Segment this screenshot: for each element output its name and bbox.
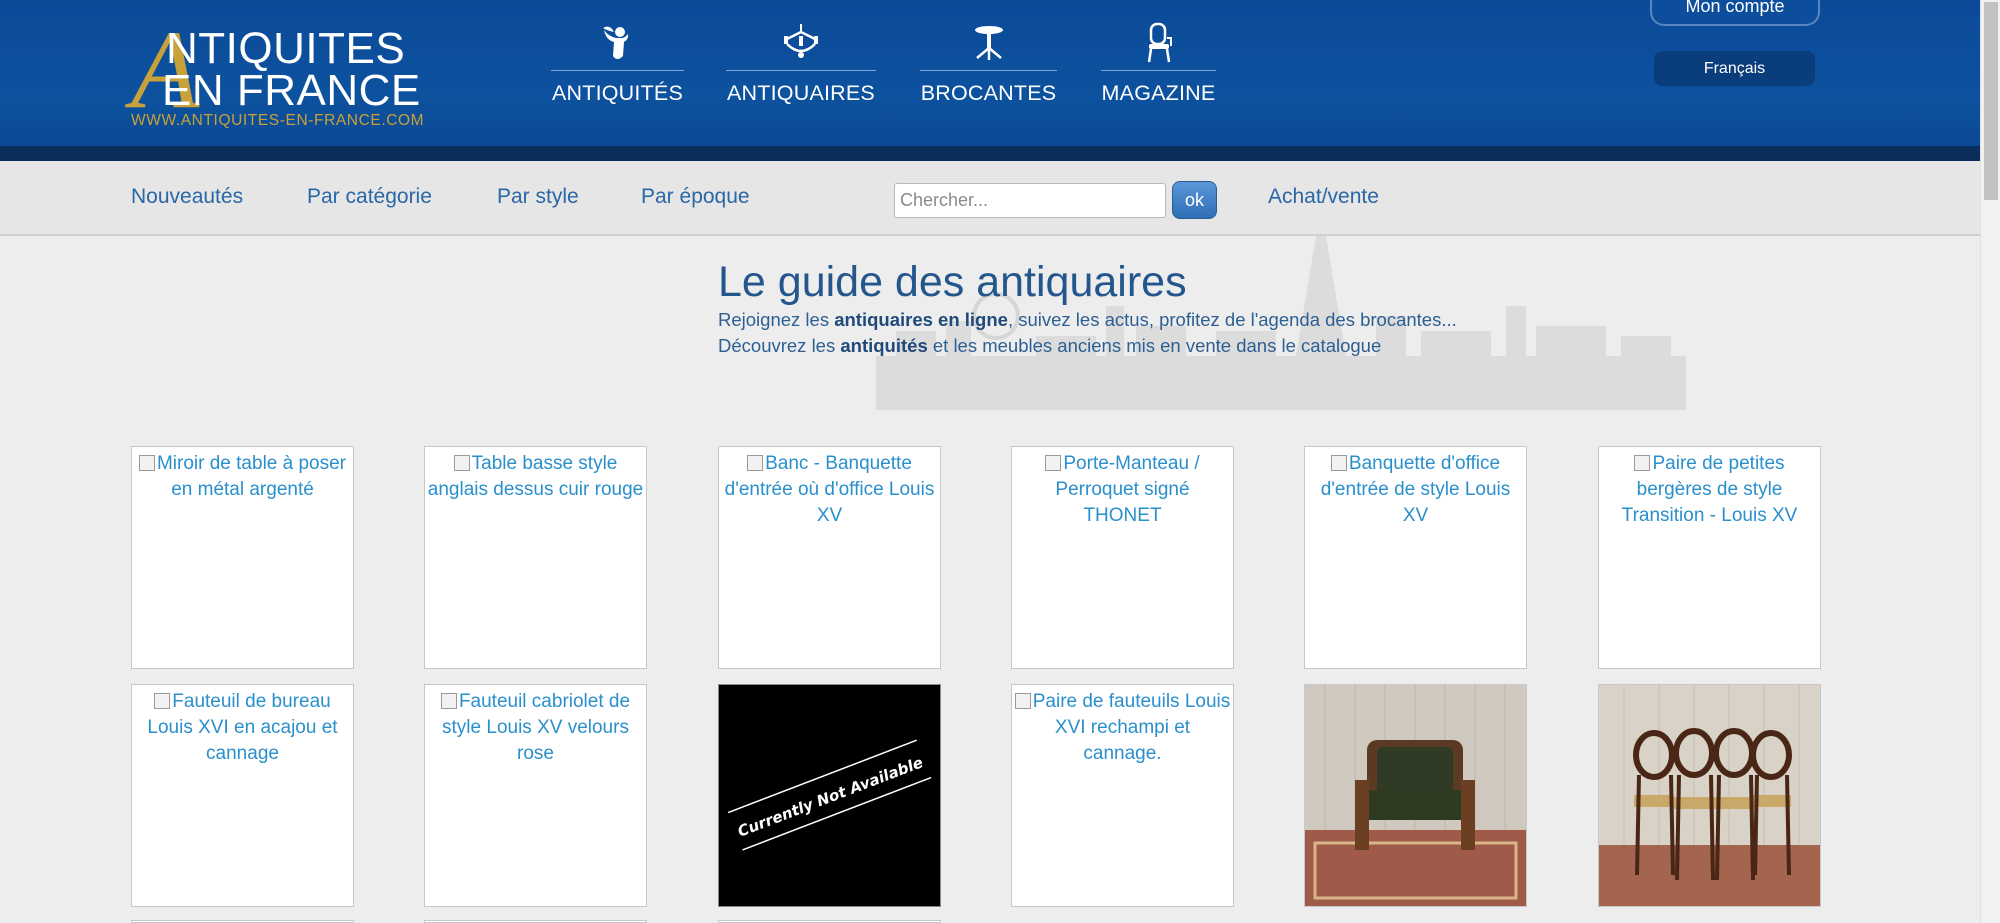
nav-label: MAGAZINE (1101, 81, 1216, 105)
language-selector[interactable]: Français (1654, 51, 1815, 86)
subnav-nouveautes[interactable]: Nouveautés (131, 185, 243, 209)
product-card[interactable]: Banc - Banquette d'entrée où d'office Lo… (718, 446, 941, 669)
nav-label: BROCANTES (920, 81, 1057, 105)
search-input[interactable] (894, 183, 1166, 218)
subnav-achat-vente[interactable]: Achat/vente (1268, 185, 1379, 209)
broken-image-icon (440, 693, 457, 709)
chairs-photo (1599, 685, 1820, 906)
link-antiquaires-en-ligne[interactable]: antiquaires en ligne (834, 309, 1008, 330)
nav-label: ANTIQUAIRES (727, 81, 875, 105)
page-title: Le guide des antiquaires (718, 258, 1187, 306)
account-button[interactable]: Mon compte (1650, 0, 1820, 26)
broken-image-icon (1014, 693, 1031, 709)
pedestal-table-icon (974, 26, 1003, 60)
broken-image-icon (747, 455, 764, 471)
product-card-unavailable[interactable]: Currently Not Available (718, 684, 941, 907)
logo-line-2: EN FRANCE (162, 66, 421, 115)
broken-image-icon (1330, 455, 1347, 471)
broken-image-icon (154, 693, 171, 709)
product-card[interactable]: Paire de petites bergères de style Trans… (1598, 446, 1821, 669)
armchair-photo (1305, 685, 1526, 906)
nav-label: ANTIQUITÉS (551, 81, 683, 105)
not-available-placeholder: Currently Not Available (727, 739, 932, 851)
product-card[interactable]: Porte-Manteau / Perroquet signé THONET (1011, 446, 1234, 669)
link-antiquites[interactable]: antiquités (840, 335, 927, 356)
cherub-icon (602, 26, 628, 59)
product-card[interactable]: Fauteuil cabriolet de style Louis XV vel… (424, 684, 647, 907)
product-card-photo[interactable] (1304, 684, 1527, 907)
intro-line-1: Rejoignez les antiquaires en ligne, suiv… (718, 309, 1457, 330)
nav-magazine[interactable]: MAGAZINE (1101, 22, 1216, 112)
nav-antiquaires[interactable]: ANTIQUAIRES (726, 22, 876, 112)
header-band (0, 146, 1980, 161)
product-card[interactable]: Miroir de table à poser en métal argenté (131, 446, 354, 669)
broken-image-icon (453, 455, 470, 471)
site-header: A NTIQUITES EN FRANCE WWW.ANTIQUITES-EN-… (0, 0, 1980, 161)
not-available-text: Currently Not Available (735, 753, 925, 840)
broken-image-icon (1634, 455, 1651, 471)
subnav-par-epoque[interactable]: Par époque (641, 185, 750, 209)
scrollbar-thumb[interactable] (1984, 2, 1998, 200)
chair-icon (1147, 22, 1172, 63)
product-card[interactable]: Banquette d'office d'entrée de style Lou… (1304, 446, 1527, 669)
product-card[interactable]: Fauteuil de bureau Louis XVI en acajou e… (131, 684, 354, 907)
intro-line-2: Découvrez les antiquités et les meubles … (718, 335, 1382, 356)
broken-image-icon (1045, 455, 1062, 471)
search-ok-button[interactable]: ok (1172, 181, 1217, 219)
vertical-scrollbar[interactable] (1980, 0, 2000, 923)
logo-url: WWW.ANTIQUITES-EN-FRANCE.COM (131, 112, 425, 129)
subnav-par-categorie[interactable]: Par catégorie (307, 185, 432, 209)
chandelier-icon (784, 24, 818, 58)
logo-line-1: NTIQUITES (166, 24, 406, 73)
product-card[interactable]: Paire de fauteuils Louis XVI rechampi et… (1011, 684, 1234, 907)
subnav-par-style[interactable]: Par style (497, 185, 579, 209)
nav-brocantes[interactable]: BROCANTES (920, 22, 1057, 112)
nav-antiquites[interactable]: ANTIQUITÉS (551, 22, 684, 112)
product-card-photo[interactable] (1598, 684, 1821, 907)
broken-image-icon (138, 455, 155, 471)
product-card[interactable]: Table basse style anglais dessus cuir ro… (424, 446, 647, 669)
site-logo[interactable]: A NTIQUITES EN FRANCE WWW.ANTIQUITES-EN-… (131, 14, 431, 134)
